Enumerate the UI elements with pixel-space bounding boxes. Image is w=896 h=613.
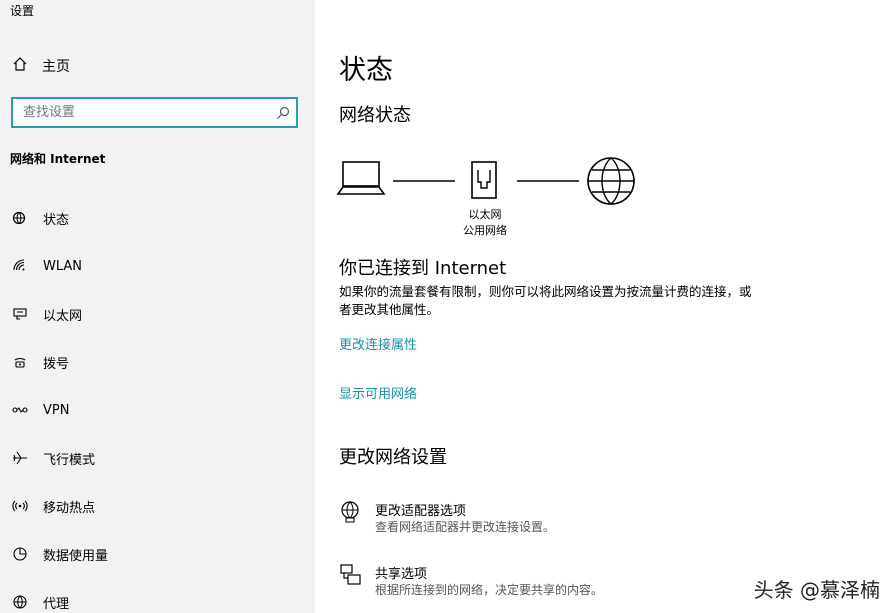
hotspot-icon bbox=[10, 496, 30, 516]
sidebar-item-label: VPN bbox=[43, 402, 70, 418]
sidebar-item-label: 数据使用量 bbox=[43, 548, 109, 564]
sidebar-item-label: 移动热点 bbox=[43, 500, 96, 516]
watermark: 头条 @慕泽楠 bbox=[753, 578, 880, 602]
change-network-settings-heading: 更改网络设置 bbox=[339, 447, 447, 468]
sidebar: 设置 主页 网络和 Internet 状态 WLAN 以太网 bbox=[0, 0, 315, 613]
connection-status-heading: 你已连接到 Internet bbox=[339, 258, 507, 279]
sidebar-item-ethernet[interactable]: 以太网 bbox=[0, 296, 315, 332]
section-label-network: 网络和 Internet bbox=[10, 152, 106, 166]
sidebar-item-label: 以太网 bbox=[43, 308, 83, 324]
sidebar-home[interactable]: 主页 bbox=[12, 55, 70, 77]
search-icon[interactable] bbox=[276, 105, 290, 119]
laptop-icon bbox=[336, 161, 386, 195]
sidebar-home-label: 主页 bbox=[42, 59, 70, 75]
sidebar-item-wlan[interactable]: WLAN bbox=[0, 248, 315, 284]
option-adapter[interactable]: 更改适配器选项 查看网络适配器并更改连接设置。 bbox=[339, 500, 859, 540]
option-desc: 查看网络适配器并更改连接设置。 bbox=[375, 520, 556, 534]
diagram-network-type: 公用网络 bbox=[463, 224, 507, 237]
sidebar-item-vpn[interactable]: VPN bbox=[0, 392, 315, 428]
sidebar-item-dialup[interactable]: 拨号 bbox=[0, 344, 315, 380]
page-title: 状态 bbox=[339, 55, 393, 86]
change-connection-properties-link[interactable]: 更改连接属性 bbox=[339, 334, 417, 353]
window-title: 设置 bbox=[10, 4, 35, 18]
diagram-adapter-name: 以太网 bbox=[468, 208, 502, 221]
sidebar-item-label: 代理 bbox=[43, 596, 70, 612]
dialup-icon bbox=[10, 352, 30, 372]
search-input[interactable] bbox=[13, 99, 263, 126]
sidebar-item-label: 拨号 bbox=[43, 356, 70, 372]
sidebar-item-label: 状态 bbox=[43, 212, 70, 228]
vpn-icon bbox=[10, 400, 30, 420]
network-diagram-graphic bbox=[336, 157, 635, 205]
sidebar-item-proxy[interactable]: 代理 bbox=[0, 584, 315, 613]
network-diagram: 以太网 公用网络 bbox=[335, 150, 655, 240]
ethernet-port-icon bbox=[471, 161, 497, 199]
option-title: 更改适配器选项 bbox=[375, 504, 467, 519]
option-desc: 根据所连接到的网络，决定要共享的内容。 bbox=[375, 583, 604, 597]
data-usage-icon bbox=[10, 544, 30, 564]
home-status-icon bbox=[10, 208, 30, 228]
adapter-globe-icon bbox=[339, 500, 363, 524]
ethernet-icon bbox=[10, 304, 30, 324]
main-content: 状态 网络状态 以太网 公用网络 你已连接到 Internet 如果你的流量套餐… bbox=[315, 0, 896, 613]
sidebar-item-status[interactable]: 状态 bbox=[0, 200, 315, 236]
wifi-icon bbox=[10, 256, 30, 276]
option-title: 共享选项 bbox=[375, 567, 428, 582]
sidebar-item-label: 飞行模式 bbox=[43, 452, 96, 468]
network-status-heading: 网络状态 bbox=[339, 105, 411, 126]
sharing-icon bbox=[339, 563, 363, 587]
sidebar-item-airplane[interactable]: 飞行模式 bbox=[0, 440, 315, 476]
connection-description: 如果你的流量套餐有限制，则你可以将此网络设置为按流量计费的连接，或者更改其他属性… bbox=[339, 284, 752, 317]
airplane-icon bbox=[10, 448, 30, 468]
home-icon bbox=[12, 56, 28, 76]
sidebar-item-data-usage[interactable]: 数据使用量 bbox=[0, 536, 315, 572]
sidebar-item-hotspot[interactable]: 移动热点 bbox=[0, 488, 315, 524]
internet-globe-icon bbox=[587, 157, 635, 205]
sidebar-item-label: WLAN bbox=[43, 258, 83, 274]
search-box[interactable] bbox=[11, 97, 298, 128]
globe-icon bbox=[10, 592, 30, 612]
show-available-networks-link[interactable]: 显示可用网络 bbox=[339, 383, 417, 402]
